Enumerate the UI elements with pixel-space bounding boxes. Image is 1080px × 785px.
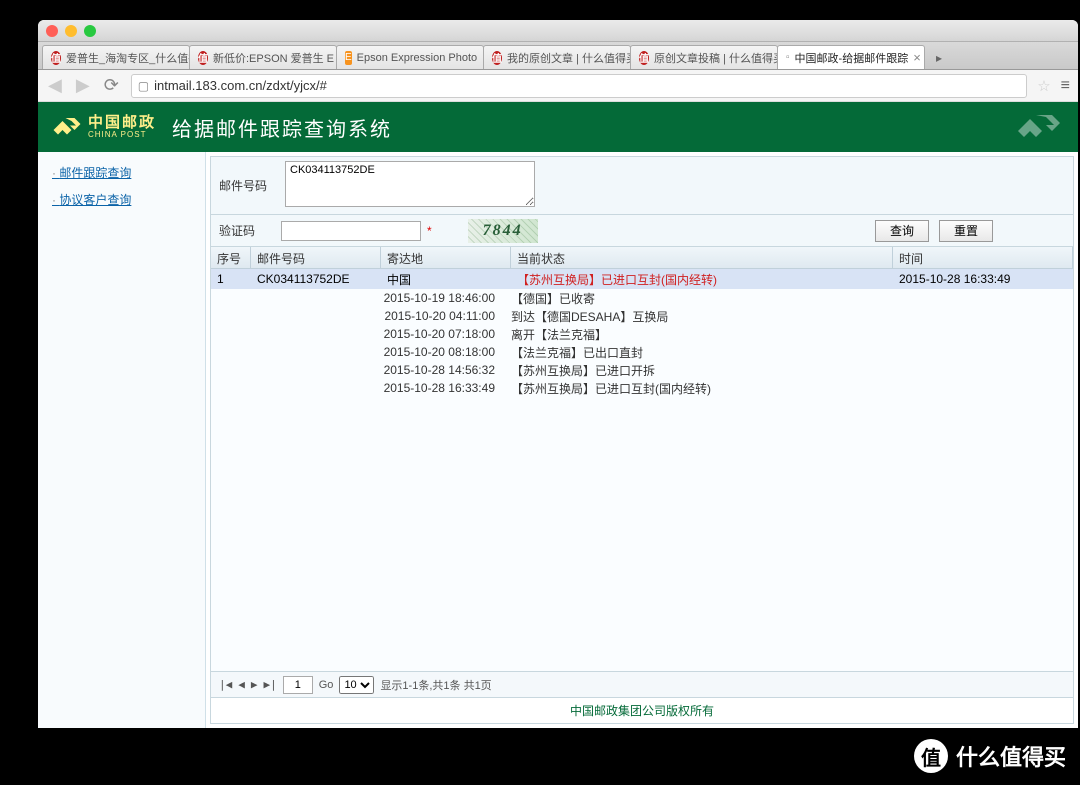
minimize-window-button[interactable] [65,25,77,37]
col-status[interactable]: 当前状态 [511,247,893,268]
url-text: intmail.183.com.cn/zdxt/yjcx/# [154,78,327,93]
china-post-mark-icon [52,115,82,139]
brand-en: CHINA POST [88,131,156,139]
favicon-smzdm-icon: 值 [639,51,649,65]
captcha-row: 验证码 * 7844 查询 重置 [211,215,1073,247]
col-seq[interactable]: 序号 [211,247,251,268]
pager-first-button[interactable]: |◀ [219,678,232,691]
pager-next-button[interactable]: ▶ [251,678,258,691]
sidebar-nav: 邮件跟踪查询 协议客户查询 [38,152,206,728]
address-bar[interactable]: ▢ intmail.183.com.cn/zdxt/yjcx/# [131,74,1027,98]
china-post-logo: 中国邮政 CHINA POST [52,115,156,139]
tab-strip: 值爱普生_海淘专区_什么值得买× 值新低价:EPSON 爱普生 E× EEpso… [38,42,1078,70]
detail-row: 2015-10-20 07:18:00离开【法兰克福】 [211,325,1073,343]
new-tab-button[interactable]: ▸ [928,47,950,69]
required-asterisk: * [427,224,432,238]
page-content: 中国邮政 CHINA POST 给据邮件跟踪查询系统 邮件跟踪查询 协议客户查询… [38,102,1078,728]
detail-row: 2015-10-20 08:18:00【法兰克福】已出口直封 [211,343,1073,361]
mail-number-label: 邮件号码 [211,157,281,214]
tab-4[interactable]: 值原创文章投稿 | 什么值得买× [630,45,778,69]
favicon-smzdm-icon: 值 [492,51,502,65]
favicon-epson-icon: E [345,51,352,65]
site-info-icon: ▢ [138,79,149,93]
close-tab-icon[interactable]: × [913,50,921,65]
pager-last-button[interactable]: ▶| [264,678,277,691]
detail-row: 2015-10-28 16:33:49【苏州互换局】已进口互封(国内经转) [211,379,1073,397]
window-titlebar [38,20,1078,42]
captcha-image[interactable]: 7844 [468,219,538,243]
tab-3[interactable]: 值我的原创文章 | 什么值得买× [483,45,631,69]
tab-5[interactable]: ▫中国邮政-给据邮件跟踪× [777,45,925,69]
back-button[interactable]: ◀ [46,75,64,96]
pager-page-input[interactable] [283,676,313,694]
captcha-label: 验证码 [211,216,281,245]
close-window-button[interactable] [46,25,58,37]
result-row[interactable]: 1 CK034113752DE 中国 【苏州互换局】已进口互封(国内经转) 20… [211,269,1073,289]
mail-number-row: 邮件号码 CK034113752DE [211,157,1073,215]
main-panel: 邮件号码 CK034113752DE 验证码 * 7844 查询 重置 [210,156,1074,724]
sidebar-link-contract[interactable]: 协议客户查询 [52,191,205,208]
brand-cn: 中国邮政 [88,115,156,131]
detail-row: 2015-10-28 14:56:32【苏州互换局】已进口开拆 [211,361,1073,379]
tab-2[interactable]: EEpson Expression Photo× [336,45,484,69]
site-banner: 中国邮政 CHINA POST 给据邮件跟踪查询系统 [38,102,1078,152]
pager-prev-button[interactable]: ◀ [238,678,245,691]
pager-go-button[interactable]: Go [319,679,334,691]
favicon-doc-icon: ▫ [786,51,790,65]
query-button[interactable]: 查询 [875,220,929,242]
mail-number-input[interactable]: CK034113752DE [285,161,535,207]
watermark: 值 什么值得买 [914,739,1066,773]
col-dest[interactable]: 寄达地 [381,247,511,268]
detail-row: 2015-10-20 04:11:00到达【德国DESAHA】互换局 [211,307,1073,325]
content-area: 邮件跟踪查询 协议客户查询 邮件号码 CK034113752DE 验证码 * 7… [38,152,1078,728]
browser-toolbar: ◀ ▶ ⟳ ▢ intmail.183.com.cn/zdxt/yjcx/# ☆… [38,70,1078,102]
reload-button[interactable]: ⟳ [102,75,121,96]
banner-decoration-icon [1014,109,1064,146]
grid-header-row: 序号 邮件号码 寄达地 当前状态 时间 [211,247,1073,269]
tab-1[interactable]: 值新低价:EPSON 爱普生 E× [189,45,337,69]
forward-button[interactable]: ▶ [74,75,92,96]
results-grid: 序号 邮件号码 寄达地 当前状态 时间 1 CK034113752DE 中国 【… [211,247,1073,671]
captcha-input[interactable] [281,221,421,241]
pager-info: 显示1-1条,共1条 共1页 [380,677,491,693]
menu-button[interactable]: ≡ [1061,77,1070,95]
page-footer: 中国邮政集团公司版权所有 [211,697,1073,723]
traffic-lights [46,25,96,37]
browser-window: 值爱普生_海淘专区_什么值得买× 值新低价:EPSON 爱普生 E× EEpso… [38,20,1078,728]
system-title: 给据邮件跟踪查询系统 [172,113,392,142]
reset-button[interactable]: 重置 [939,220,993,242]
col-mail[interactable]: 邮件号码 [251,247,381,268]
tab-0[interactable]: 值爱普生_海淘专区_什么值得买× [42,45,190,69]
maximize-window-button[interactable] [84,25,96,37]
sidebar-link-tracking[interactable]: 邮件跟踪查询 [52,164,205,181]
watermark-badge-icon: 值 [914,739,948,773]
col-time[interactable]: 时间 [893,247,1073,268]
pager-size-select[interactable]: 10 [339,676,374,694]
bookmark-button[interactable]: ☆ [1037,77,1050,95]
watermark-text: 什么值得买 [956,740,1066,772]
favicon-smzdm-icon: 值 [198,51,208,65]
favicon-smzdm-icon: 值 [51,51,61,65]
detail-row: 2015-10-19 18:46:00【德国】已收寄 [211,289,1073,307]
pager: |◀ ◀ ▶ ▶| Go 10 显示1-1条,共1条 共1页 [211,671,1073,697]
